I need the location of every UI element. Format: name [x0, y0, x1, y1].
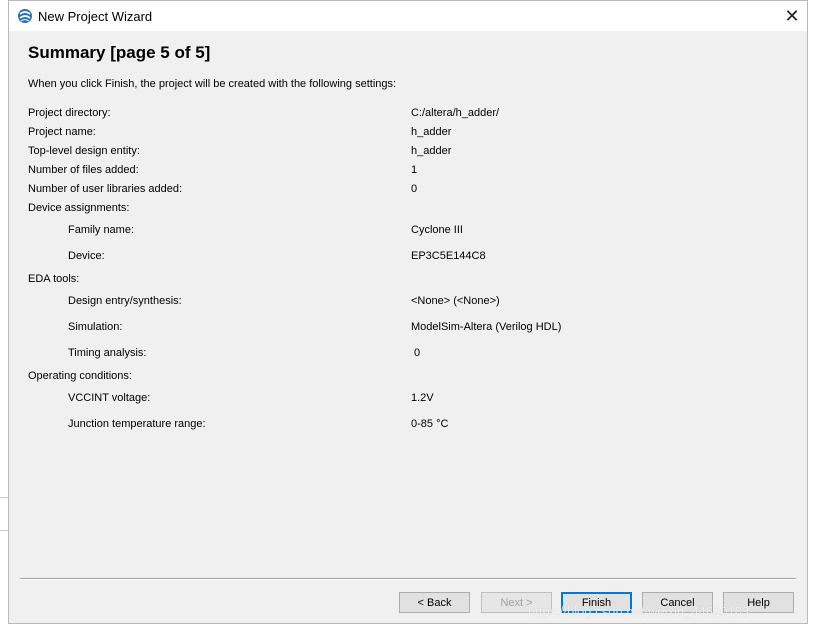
- setting-value: EP3C5E144C8: [411, 250, 486, 262]
- section-label-device-assignments: Device assignments:: [28, 202, 130, 214]
- setting-label: Project directory:: [28, 107, 111, 119]
- intro-text: When you click Finish, the project will …: [28, 78, 397, 90]
- section-label-operating-conditions: Operating conditions:: [28, 370, 132, 382]
- setting-value: <None> (<None>): [411, 295, 500, 307]
- setting-label: Family name:: [68, 224, 135, 236]
- quartus-globe-icon: [18, 9, 32, 23]
- back-button[interactable]: < Back: [399, 592, 470, 613]
- setting-value: h_adder: [411, 126, 452, 138]
- setting-label: VCCINT voltage:: [68, 392, 151, 404]
- setting-value: ModelSim-Altera (Verilog HDL): [411, 321, 562, 333]
- section-label-eda-tools: EDA tools:: [28, 273, 80, 285]
- close-button[interactable]: ✕: [777, 1, 807, 31]
- page-title: Summary [page 5 of 5]: [28, 43, 211, 62]
- setting-label: Timing analysis:: [68, 347, 147, 359]
- setting-value: 1: [411, 164, 418, 176]
- setting-value: 0: [414, 347, 421, 359]
- setting-value: 0-85 °C: [411, 418, 449, 430]
- setting-label: Number of files added:: [28, 164, 139, 176]
- setting-label: Number of user libraries added:: [28, 183, 183, 195]
- setting-value: h_adder: [411, 145, 452, 157]
- title-bar: New Project Wizard ✕: [9, 1, 807, 31]
- setting-value: 0: [411, 183, 418, 195]
- setting-label: Design entry/synthesis:: [68, 295, 182, 307]
- setting-value: 1.2V: [411, 392, 434, 404]
- setting-label: Project name:: [28, 126, 96, 138]
- setting-label: Device:: [68, 250, 105, 262]
- setting-value: C:/altera/h_adder/: [411, 107, 500, 119]
- window-title: New Project Wizard: [38, 9, 153, 24]
- setting-value: Cyclone III: [411, 224, 463, 236]
- setting-label: Top-level design entity:: [28, 145, 140, 157]
- footer-divider: [20, 578, 796, 580]
- close-icon: ✕: [784, 5, 800, 26]
- watermark-text: https://blog.csdn.net/weixin_44620183: [528, 604, 750, 619]
- setting-label: Junction temperature range:: [68, 418, 206, 430]
- setting-label: Simulation:: [68, 321, 123, 333]
- wizard-window: New Project Wizard ✕ Summary [page 5 of …: [8, 0, 808, 624]
